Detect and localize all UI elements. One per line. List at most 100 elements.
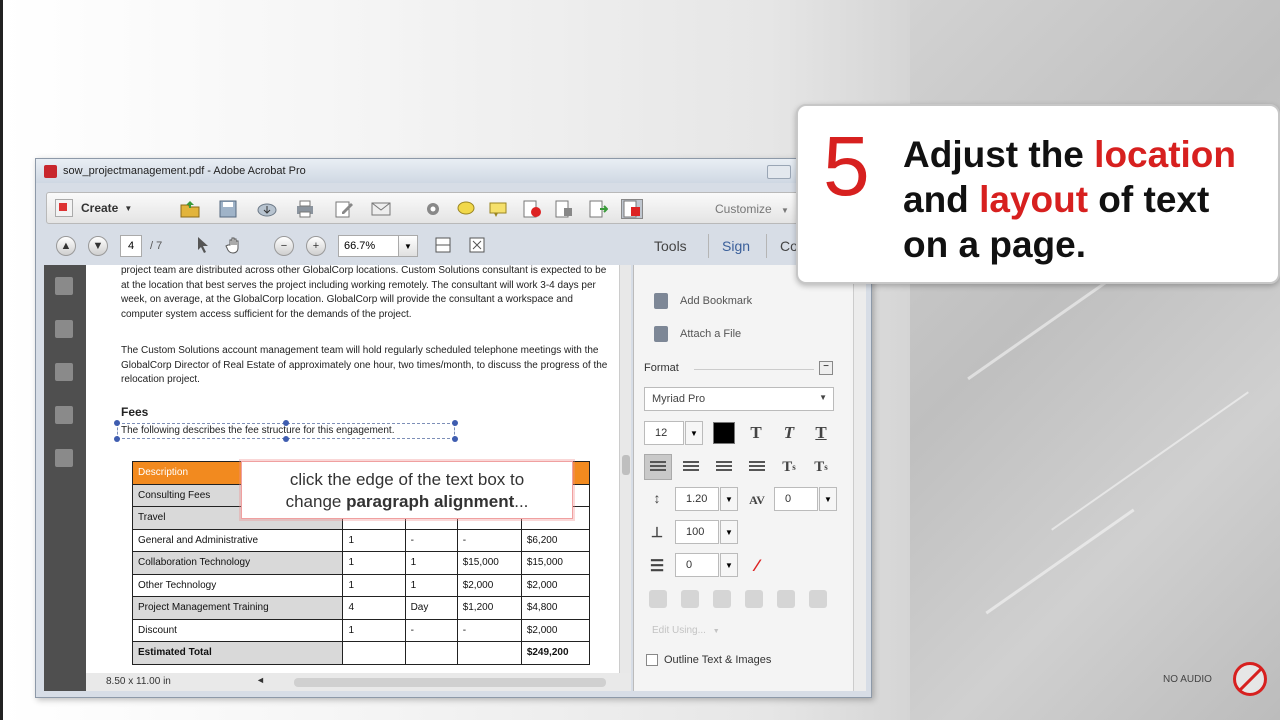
indent-dropdown[interactable]: ▼	[720, 553, 738, 577]
resize-handle[interactable]	[452, 436, 458, 442]
bold-button[interactable]: T	[743, 420, 769, 446]
char-spacing-dropdown[interactable]: ▼	[819, 487, 837, 511]
horizontal-scrollbar[interactable]	[294, 678, 606, 687]
table-cell: $4,800	[520, 596, 591, 620]
bg-streak	[1051, 391, 1249, 531]
fit-page-icon[interactable]	[466, 235, 488, 255]
table-row: Estimated Total $249,200	[131, 641, 591, 665]
tab-sign[interactable]: Sign	[722, 238, 750, 254]
align-right-button[interactable]	[710, 454, 738, 480]
attachments-icon[interactable]	[55, 363, 73, 381]
underline-button[interactable]: T	[808, 420, 834, 446]
resize-handle[interactable]	[283, 436, 289, 442]
table-cell: Collaboration Technology	[131, 551, 344, 575]
table-cell	[404, 641, 458, 665]
create-icon	[55, 199, 73, 217]
hand-icon[interactable]	[224, 235, 246, 255]
mute-icon[interactable]	[1233, 662, 1267, 696]
table-cell: 1	[342, 528, 406, 552]
char-spacing-input[interactable]: 0	[774, 487, 818, 511]
zoom-in-icon[interactable]: +	[306, 236, 326, 256]
minimize-button[interactable]	[767, 165, 791, 179]
step-number: 5	[823, 119, 870, 213]
save-icon[interactable]	[217, 199, 239, 219]
align-left-button[interactable]	[644, 454, 672, 480]
tab-tools[interactable]: Tools	[654, 238, 687, 254]
page-number-input[interactable]: 4	[120, 235, 142, 257]
chevron-down-icon: ▼	[819, 393, 827, 402]
disabled-tool-icon	[713, 590, 731, 608]
scale-dropdown[interactable]: ▼	[720, 520, 738, 544]
signatures-icon[interactable]	[55, 406, 73, 424]
title-bar: sow_projectmanagement.pdf - Adobe Acroba…	[36, 159, 871, 183]
outline-label: Outline Text & Images	[664, 654, 772, 666]
table-cell: $1,200	[456, 596, 522, 620]
indent-input[interactable]: 0	[675, 553, 719, 577]
resize-handle[interactable]	[114, 436, 120, 442]
panel-scrollbar[interactable]	[853, 265, 866, 691]
zoom-input[interactable]: 66.7%	[338, 235, 400, 257]
add-bookmark-button[interactable]: Add Bookmark	[654, 293, 752, 309]
font-size-input[interactable]: 12	[644, 421, 684, 445]
page-down-icon[interactable]: ▼	[88, 236, 108, 256]
selected-text: The following describes the fee structur…	[121, 425, 395, 436]
page-thumbnails-icon[interactable]	[55, 277, 73, 295]
cloud-icon[interactable]	[256, 199, 278, 219]
step-text-1: Adjust the	[903, 134, 1095, 175]
window-title: sow_projectmanagement.pdf - Adobe Acroba…	[63, 165, 306, 177]
open-icon[interactable]	[179, 199, 201, 219]
resize-handle[interactable]	[452, 420, 458, 426]
outline-text-checkbox[interactable]: Outline Text & Images	[646, 654, 771, 666]
print-icon[interactable]	[294, 199, 316, 219]
font-select[interactable]: Myriad Pro ▼	[644, 387, 834, 411]
resize-handle[interactable]	[283, 420, 289, 426]
line-spacing-input[interactable]: 1.20	[675, 487, 719, 511]
export-icon[interactable]	[587, 199, 609, 219]
step-text: Adjust the location and layout of text o…	[903, 132, 1273, 267]
callout-line-1: click the edge of the text box to	[289, 470, 525, 489]
gear-icon[interactable]	[422, 199, 444, 219]
comment-icon[interactable]	[455, 199, 477, 219]
zoom-dropdown[interactable]: ▼	[398, 235, 418, 257]
mail-icon[interactable]	[370, 199, 392, 219]
table-cell	[456, 641, 522, 665]
select-arrow-icon[interactable]	[192, 235, 214, 255]
tab-separator	[708, 234, 709, 258]
text-color-swatch[interactable]	[713, 422, 735, 444]
align-justify-button[interactable]	[743, 454, 771, 480]
bookmarks-icon[interactable]	[55, 320, 73, 338]
superscript-button[interactable]: Ts	[776, 454, 802, 480]
no-color-icon[interactable]: ⁄	[744, 553, 770, 579]
disabled-tool-icon	[681, 590, 699, 608]
create-button[interactable]: Create ▼	[55, 199, 132, 217]
edit-text-icon[interactable]	[621, 199, 643, 219]
resize-handle[interactable]	[114, 420, 120, 426]
lock-doc-icon[interactable]	[553, 199, 575, 219]
font-size-dropdown[interactable]: ▼	[685, 421, 703, 445]
table-cell: 1	[404, 573, 458, 597]
fit-width-icon[interactable]	[432, 235, 454, 255]
edit-icon[interactable]	[333, 199, 355, 219]
document-vertical-scrollbar[interactable]	[619, 265, 631, 673]
layers-icon[interactable]	[55, 449, 73, 467]
stamp-icon[interactable]	[521, 199, 543, 219]
page-up-icon[interactable]: ▲	[56, 236, 76, 256]
callout-line-2-prefix: change	[285, 492, 347, 511]
step-text-3: of text	[1088, 179, 1210, 220]
line-spacing-dropdown[interactable]: ▼	[720, 487, 738, 511]
table-cell: $2,000	[520, 618, 591, 642]
chevron-down-icon: ▼	[781, 206, 789, 215]
scroll-left-icon[interactable]: ◄	[256, 675, 265, 685]
align-center-button[interactable]	[677, 454, 705, 480]
attach-file-button[interactable]: Attach a File	[654, 326, 741, 342]
scroll-thumb[interactable]	[622, 455, 630, 475]
subscript-button[interactable]: Ts	[808, 454, 834, 480]
highlight-icon[interactable]	[487, 199, 509, 219]
checkbox[interactable]	[646, 654, 658, 666]
zoom-out-icon[interactable]: −	[274, 236, 294, 256]
scale-input[interactable]: 100	[675, 520, 719, 544]
callout-pointer	[252, 448, 272, 462]
italic-button[interactable]: T	[776, 420, 802, 446]
collapse-icon[interactable]: −	[819, 361, 833, 375]
customize-button[interactable]: Customize ▼	[715, 202, 805, 216]
